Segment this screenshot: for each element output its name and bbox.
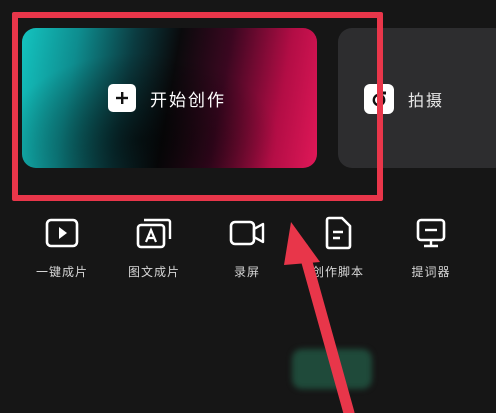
tool-label: 创作脚本 (311, 265, 364, 279)
tools-row: 一键成片 图文成片 录屏 创作脚本 提词器 (0, 215, 496, 285)
plus-icon (108, 84, 136, 112)
teleprompter-icon (411, 215, 451, 251)
play-icon (42, 215, 82, 251)
video-camera-icon (227, 215, 267, 251)
tool-label: 图文成片 (127, 265, 180, 279)
tool-one-click-video[interactable]: 一键成片 (17, 215, 107, 280)
tool-label: 录屏 (233, 265, 260, 279)
tool-teleprompter[interactable]: 提词器 (386, 215, 476, 280)
document-icon (318, 215, 358, 251)
app-screen: 开始创作 拍摄 一键成片 图文成片 录屏 创作脚本 提词器 (0, 0, 496, 413)
tool-label: 一键成片 (35, 265, 88, 279)
tool-screen-record[interactable]: 录屏 (202, 215, 292, 280)
tool-creation-script[interactable]: 创作脚本 (293, 215, 383, 280)
start-creating-label: 开始创作 (150, 90, 226, 111)
start-creating-button[interactable]: 开始创作 (22, 28, 317, 168)
shoot-button[interactable]: 拍摄 (338, 28, 496, 168)
tool-text-to-video[interactable]: 图文成片 (109, 215, 199, 280)
blurred-pill (292, 349, 372, 389)
shoot-content: 拍摄 (364, 84, 444, 114)
text-image-icon (134, 215, 174, 251)
start-creating-content: 开始创作 (108, 84, 226, 112)
shoot-label: 拍摄 (408, 91, 445, 110)
drafts-header-blurred (0, 345, 496, 395)
camera-icon (364, 84, 394, 114)
tool-label: 提词器 (411, 265, 451, 279)
